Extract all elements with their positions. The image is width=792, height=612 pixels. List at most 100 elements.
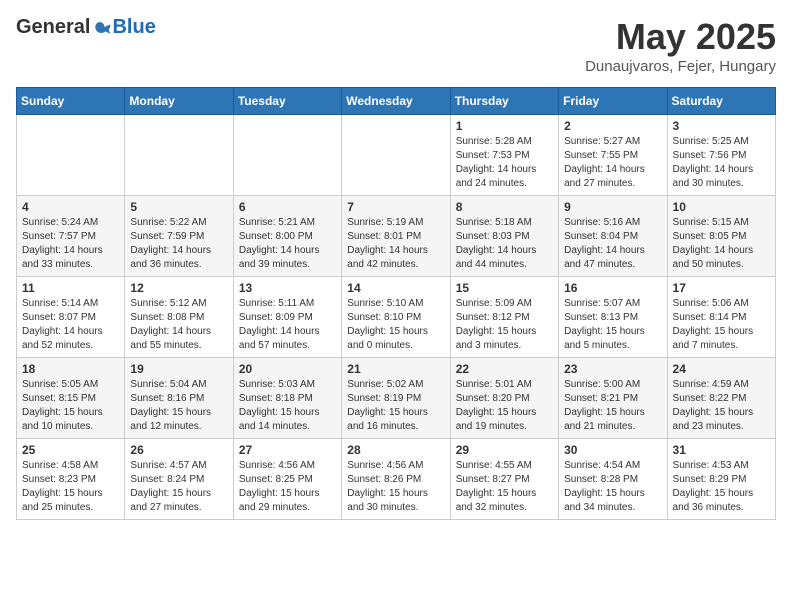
logo-blue-text: Blue bbox=[112, 16, 155, 39]
day-number: 20 bbox=[239, 362, 336, 376]
week-row-4: 18 Sunrise: 5:05 AMSunset: 8:15 PMDayligh… bbox=[17, 358, 776, 439]
logo: General Blue bbox=[16, 16, 156, 39]
day-info: Sunrise: 5:12 AMSunset: 8:08 PMDaylight:… bbox=[130, 297, 227, 353]
day-info: Sunrise: 5:01 AMSunset: 8:20 PMDaylight:… bbox=[456, 378, 553, 434]
day-number: 13 bbox=[239, 281, 336, 295]
calendar-cell: 22 Sunrise: 5:01 AMSunset: 8:20 PMDayligh… bbox=[450, 358, 558, 439]
day-info: Sunrise: 4:59 AMSunset: 8:22 PMDaylight:… bbox=[673, 378, 770, 434]
day-info: Sunrise: 4:56 AMSunset: 8:25 PMDaylight:… bbox=[239, 459, 336, 515]
calendar-cell: 16 Sunrise: 5:07 AMSunset: 8:13 PMDayligh… bbox=[559, 277, 667, 358]
day-info: Sunrise: 5:11 AMSunset: 8:09 PMDaylight:… bbox=[239, 297, 336, 353]
page-header: General Blue May 2025 Dunaujvaros, Fejer… bbox=[16, 16, 776, 75]
day-number: 15 bbox=[456, 281, 553, 295]
calendar-cell: 21 Sunrise: 5:02 AMSunset: 8:19 PMDayligh… bbox=[342, 358, 450, 439]
day-number: 12 bbox=[130, 281, 227, 295]
day-info: Sunrise: 5:15 AMSunset: 8:05 PMDaylight:… bbox=[673, 216, 770, 272]
day-info: Sunrise: 5:05 AMSunset: 8:15 PMDaylight:… bbox=[22, 378, 119, 434]
month-title: May 2025 bbox=[585, 16, 776, 58]
calendar-cell: 10Sunrise: 5:15 AMSunset: 8:05 PMDayligh… bbox=[667, 196, 775, 277]
day-info: Sunrise: 4:54 AMSunset: 8:28 PMDaylight:… bbox=[564, 459, 661, 515]
calendar-cell: 4Sunrise: 5:24 AMSunset: 7:57 PMDaylight… bbox=[17, 196, 125, 277]
calendar-table: SundayMondayTuesdayWednesdayThursdayFrid… bbox=[16, 87, 776, 520]
day-info: Sunrise: 5:18 AMSunset: 8:03 PMDaylight:… bbox=[456, 216, 553, 272]
weekday-header-row: SundayMondayTuesdayWednesdayThursdayFrid… bbox=[17, 88, 776, 115]
calendar-cell: 24 Sunrise: 4:59 AMSunset: 8:22 PMDayligh… bbox=[667, 358, 775, 439]
day-info: Sunrise: 5:10 AMSunset: 8:10 PMDaylight:… bbox=[347, 297, 444, 353]
day-number: 9 bbox=[564, 200, 661, 214]
day-number: 16 bbox=[564, 281, 661, 295]
calendar-cell: 6Sunrise: 5:21 AMSunset: 8:00 PMDaylight… bbox=[233, 196, 341, 277]
logo-general-text: General bbox=[16, 16, 90, 39]
day-number: 30 bbox=[564, 443, 661, 457]
location-subtitle: Dunaujvaros, Fejer, Hungary bbox=[585, 58, 776, 75]
day-number: 24 bbox=[673, 362, 770, 376]
calendar-cell bbox=[342, 115, 450, 196]
calendar-cell: 26 Sunrise: 4:57 AMSunset: 8:24 PMDayligh… bbox=[125, 439, 233, 520]
day-number: 3 bbox=[673, 119, 770, 133]
day-number: 28 bbox=[347, 443, 444, 457]
day-number: 2 bbox=[564, 119, 661, 133]
calendar-cell: 17 Sunrise: 5:06 AMSunset: 8:14 PMDayligh… bbox=[667, 277, 775, 358]
calendar-cell: 19 Sunrise: 5:04 AMSunset: 8:16 PMDayligh… bbox=[125, 358, 233, 439]
day-info: Sunrise: 5:16 AMSunset: 8:04 PMDaylight:… bbox=[564, 216, 661, 272]
day-number: 22 bbox=[456, 362, 553, 376]
day-number: 29 bbox=[456, 443, 553, 457]
weekday-header-wednesday: Wednesday bbox=[342, 88, 450, 115]
calendar-cell: 7Sunrise: 5:19 AMSunset: 8:01 PMDaylight… bbox=[342, 196, 450, 277]
calendar-cell: 12 Sunrise: 5:12 AMSunset: 8:08 PMDayligh… bbox=[125, 277, 233, 358]
day-info: Sunrise: 5:06 AMSunset: 8:14 PMDaylight:… bbox=[673, 297, 770, 353]
week-row-2: 4Sunrise: 5:24 AMSunset: 7:57 PMDaylight… bbox=[17, 196, 776, 277]
day-info: Sunrise: 5:00 AMSunset: 8:21 PMDaylight:… bbox=[564, 378, 661, 434]
day-info: Sunrise: 5:04 AMSunset: 8:16 PMDaylight:… bbox=[130, 378, 227, 434]
day-info: Sunrise: 4:58 AMSunset: 8:23 PMDaylight:… bbox=[22, 459, 119, 515]
day-number: 17 bbox=[673, 281, 770, 295]
day-info: Sunrise: 4:53 AMSunset: 8:29 PMDaylight:… bbox=[673, 459, 770, 515]
day-number: 18 bbox=[22, 362, 119, 376]
day-number: 26 bbox=[130, 443, 227, 457]
weekday-header-sunday: Sunday bbox=[17, 88, 125, 115]
logo-bird-icon bbox=[92, 18, 112, 38]
calendar-cell: 23 Sunrise: 5:00 AMSunset: 8:21 PMDayligh… bbox=[559, 358, 667, 439]
calendar-cell: 30 Sunrise: 4:54 AMSunset: 8:28 PMDayligh… bbox=[559, 439, 667, 520]
day-number: 21 bbox=[347, 362, 444, 376]
weekday-header-tuesday: Tuesday bbox=[233, 88, 341, 115]
day-number: 23 bbox=[564, 362, 661, 376]
week-row-1: 1 Sunrise: 5:28 AMSunset: 7:53 PMDaylight… bbox=[17, 115, 776, 196]
day-info: Sunrise: 5:27 AMSunset: 7:55 PMDaylight:… bbox=[564, 135, 661, 191]
day-info: Sunrise: 5:14 AMSunset: 8:07 PMDaylight:… bbox=[22, 297, 119, 353]
day-info: Sunrise: 5:24 AMSunset: 7:57 PMDaylight:… bbox=[22, 216, 119, 272]
calendar-cell: 11 Sunrise: 5:14 AMSunset: 8:07 PMDayligh… bbox=[17, 277, 125, 358]
calendar-cell: 27Sunrise: 4:56 AMSunset: 8:25 PMDayligh… bbox=[233, 439, 341, 520]
calendar-cell: 15 Sunrise: 5:09 AMSunset: 8:12 PMDayligh… bbox=[450, 277, 558, 358]
calendar-cell: 13 Sunrise: 5:11 AMSunset: 8:09 PMDayligh… bbox=[233, 277, 341, 358]
calendar-cell: 20 Sunrise: 5:03 AMSunset: 8:18 PMDayligh… bbox=[233, 358, 341, 439]
day-number: 8 bbox=[456, 200, 553, 214]
weekday-header-thursday: Thursday bbox=[450, 88, 558, 115]
calendar-cell: 31 Sunrise: 4:53 AMSunset: 8:29 PMDayligh… bbox=[667, 439, 775, 520]
day-info: Sunrise: 4:55 AMSunset: 8:27 PMDaylight:… bbox=[456, 459, 553, 515]
day-info: Sunrise: 4:57 AMSunset: 8:24 PMDaylight:… bbox=[130, 459, 227, 515]
day-number: 19 bbox=[130, 362, 227, 376]
day-number: 1 bbox=[456, 119, 553, 133]
day-number: 11 bbox=[22, 281, 119, 295]
weekday-header-saturday: Saturday bbox=[667, 88, 775, 115]
day-info: Sunrise: 5:07 AMSunset: 8:13 PMDaylight:… bbox=[564, 297, 661, 353]
calendar-cell: 8 Sunrise: 5:18 AMSunset: 8:03 PMDaylight… bbox=[450, 196, 558, 277]
day-info: Sunrise: 5:02 AMSunset: 8:19 PMDaylight:… bbox=[347, 378, 444, 434]
calendar-cell: 29 Sunrise: 4:55 AMSunset: 8:27 PMDayligh… bbox=[450, 439, 558, 520]
day-number: 5 bbox=[130, 200, 227, 214]
calendar-cell: 9 Sunrise: 5:16 AMSunset: 8:04 PMDaylight… bbox=[559, 196, 667, 277]
calendar-cell: 1 Sunrise: 5:28 AMSunset: 7:53 PMDaylight… bbox=[450, 115, 558, 196]
title-block: May 2025 Dunaujvaros, Fejer, Hungary bbox=[585, 16, 776, 75]
day-info: Sunrise: 5:22 AMSunset: 7:59 PMDaylight:… bbox=[130, 216, 227, 272]
day-number: 7 bbox=[347, 200, 444, 214]
day-number: 31 bbox=[673, 443, 770, 457]
day-info: Sunrise: 5:28 AMSunset: 7:53 PMDaylight:… bbox=[456, 135, 553, 191]
weekday-header-friday: Friday bbox=[559, 88, 667, 115]
day-info: Sunrise: 5:09 AMSunset: 8:12 PMDaylight:… bbox=[456, 297, 553, 353]
day-number: 25 bbox=[22, 443, 119, 457]
week-row-5: 25 Sunrise: 4:58 AMSunset: 8:23 PMDayligh… bbox=[17, 439, 776, 520]
calendar-cell: 25 Sunrise: 4:58 AMSunset: 8:23 PMDayligh… bbox=[17, 439, 125, 520]
day-info: Sunrise: 4:56 AMSunset: 8:26 PMDaylight:… bbox=[347, 459, 444, 515]
day-info: Sunrise: 5:03 AMSunset: 8:18 PMDaylight:… bbox=[239, 378, 336, 434]
